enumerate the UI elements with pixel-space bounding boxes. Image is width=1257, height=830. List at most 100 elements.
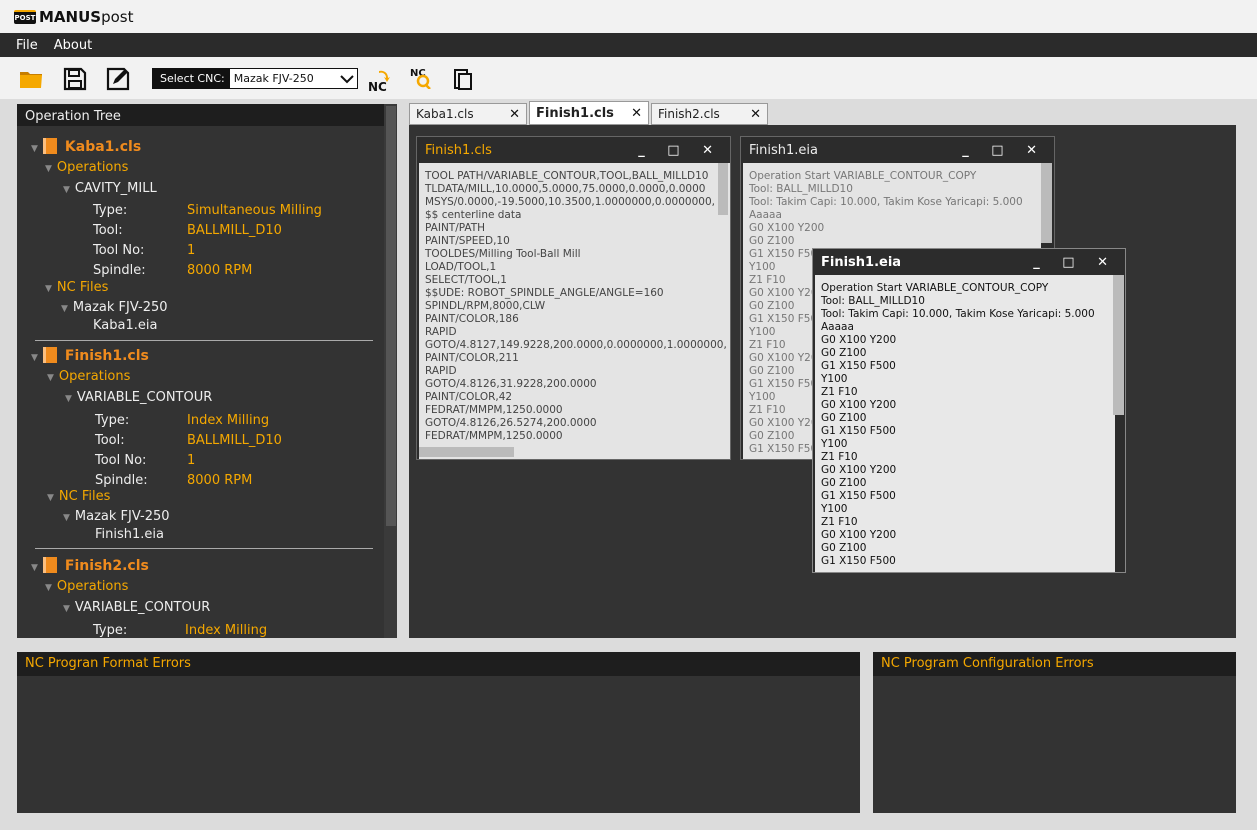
prop-key: Type: xyxy=(95,413,130,428)
svg-text:NC: NC xyxy=(368,80,387,93)
prop-key: Type: xyxy=(93,203,128,218)
copy-documents-icon[interactable] xyxy=(451,67,475,91)
window-controls[interactable]: _ □ ✕ xyxy=(962,143,1046,158)
tree-operation-label: VARIABLE_CONTOUR xyxy=(76,390,213,405)
cls-text-area[interactable]: TOOL PATH/VARIABLE_CONTOUR,TOOL,BALL_MIL… xyxy=(419,163,730,459)
tree-machine-label: Mazak FJV-250 xyxy=(74,509,170,524)
expand-arrow-icon[interactable]: ▼ xyxy=(31,144,38,154)
tree-operation-label: CAVITY_MILL xyxy=(74,181,157,196)
tab-finish2[interactable]: Finish2.cls ✕ xyxy=(651,103,768,125)
expand-arrow-icon[interactable]: ▼ xyxy=(63,604,70,614)
tree-nc-file[interactable]: Finish1.eia xyxy=(95,527,164,542)
expand-arrow-icon[interactable]: ▼ xyxy=(31,353,38,363)
config-errors-header: NC Program Configuration Errors xyxy=(873,652,1236,676)
nc-generate-icon[interactable]: NC xyxy=(367,69,391,93)
tree-operations-group[interactable]: ▼ Operations xyxy=(47,369,130,384)
tree-operations-group[interactable]: ▼ Operations xyxy=(45,579,128,594)
app-logo: POST xyxy=(14,9,36,24)
save-icon[interactable] xyxy=(63,67,87,91)
tree-group-label: Operations xyxy=(56,160,129,175)
close-icon[interactable]: ✕ xyxy=(631,106,642,121)
tree-operation[interactable]: ▼ VARIABLE_CONTOUR xyxy=(65,390,212,405)
eia-text-area[interactable]: Operation Start VARIABLE_CONTOUR_COPY To… xyxy=(815,275,1115,572)
window-header[interactable]: Finish1.eia _ □ ✕ xyxy=(813,249,1125,275)
expand-arrow-icon[interactable]: ▼ xyxy=(45,284,52,294)
nc-search-icon[interactable]: NC xyxy=(409,65,433,89)
app-title: MANUSpost xyxy=(39,7,134,26)
tree-machine[interactable]: ▼ Mazak FJV-250 xyxy=(61,300,168,315)
tree-file-label: Finish1.cls xyxy=(64,348,149,364)
tree-operation[interactable]: ▼ CAVITY_MILL xyxy=(63,181,157,196)
cnc-select-label: Select CNC: xyxy=(160,72,225,85)
tab-label: Finish2.cls xyxy=(658,107,720,121)
tree-nc-file[interactable]: Kaba1.eia xyxy=(93,318,157,333)
menu-about[interactable]: About xyxy=(46,38,100,53)
file-icon xyxy=(42,138,57,154)
operation-tree-header: Operation Tree xyxy=(17,104,397,126)
menu-bar: File About xyxy=(0,33,1257,57)
eia-editor-window-front[interactable]: Finish1.eia _ □ ✕ Operation Start VARIAB… xyxy=(812,248,1126,573)
vertical-scrollbar[interactable] xyxy=(1041,163,1052,243)
close-icon[interactable]: ✕ xyxy=(750,107,761,122)
format-errors-panel: NC Progran Format Errors xyxy=(17,652,860,813)
prop-key: Tool: xyxy=(95,433,125,448)
expand-arrow-icon[interactable]: ▼ xyxy=(47,373,54,383)
vertical-scrollbar[interactable] xyxy=(718,163,728,215)
chevron-down-icon xyxy=(340,74,354,83)
prop-key: Spindle: xyxy=(95,473,148,488)
svg-text:NC: NC xyxy=(410,68,426,79)
cnc-select-value[interactable]: Mazak FJV-250 xyxy=(229,69,357,88)
operation-tree-panel: Operation Tree ▼ Kaba1.cls ▼ Operations ▼ C… xyxy=(17,104,397,638)
tab-kaba1[interactable]: Kaba1.cls ✕ xyxy=(409,103,527,125)
tree-scrollbar-thumb[interactable] xyxy=(386,106,396,526)
window-controls[interactable]: _ □ ✕ xyxy=(1033,255,1117,270)
expand-arrow-icon[interactable]: ▼ xyxy=(47,493,54,503)
tab-finish1[interactable]: Finish1.cls ✕ xyxy=(529,101,649,125)
tree-file-finish2[interactable]: ▼ Finish2.cls xyxy=(31,557,149,574)
horizontal-scrollbar[interactable] xyxy=(419,447,514,457)
window-title: Finish1.cls xyxy=(425,142,492,158)
close-icon[interactable]: ✕ xyxy=(509,107,520,122)
window-title: Finish1.eia xyxy=(821,254,902,270)
prop-key: Tool No: xyxy=(95,453,147,468)
expand-arrow-icon[interactable]: ▼ xyxy=(45,164,52,174)
tree-machine[interactable]: ▼ Mazak FJV-250 xyxy=(63,509,170,524)
expand-arrow-icon[interactable]: ▼ xyxy=(63,513,70,523)
expand-arrow-icon[interactable]: ▼ xyxy=(45,583,52,593)
expand-arrow-icon[interactable]: ▼ xyxy=(61,304,68,314)
expand-arrow-icon[interactable]: ▼ xyxy=(63,185,70,195)
tree-nc-files-group[interactable]: ▼ NC Files xyxy=(47,489,110,504)
tree-operation[interactable]: ▼ VARIABLE_CONTOUR xyxy=(63,600,210,615)
tab-label: Kaba1.cls xyxy=(416,107,474,121)
prop-value: BALLMILL_D10 xyxy=(187,433,282,448)
prop-value: 8000 RPM xyxy=(187,263,253,278)
tree-separator xyxy=(35,340,373,341)
expand-arrow-icon[interactable]: ▼ xyxy=(31,563,38,573)
cnc-select[interactable]: Select CNC: Mazak FJV-250 xyxy=(152,68,358,89)
prop-value: Simultaneous Milling xyxy=(187,203,322,218)
vertical-scrollbar[interactable] xyxy=(1113,275,1124,415)
config-errors-panel: NC Program Configuration Errors xyxy=(873,652,1236,813)
tree-group-label: NC Files xyxy=(56,280,109,295)
tree-file-finish1[interactable]: ▼ Finish1.cls xyxy=(31,347,149,364)
open-folder-icon[interactable] xyxy=(19,67,43,91)
tab-label: Finish1.cls xyxy=(536,105,614,121)
tree-file-kaba1[interactable]: ▼ Kaba1.cls xyxy=(31,138,141,155)
window-header[interactable]: Finish1.cls _ □ ✕ xyxy=(417,137,730,163)
tree-file-label: Kaba1.cls xyxy=(64,139,142,155)
tree-nc-files-group[interactable]: ▼ NC Files xyxy=(45,280,108,295)
prop-value: 1 xyxy=(187,453,196,468)
cls-editor-window[interactable]: Finish1.cls _ □ ✕ TOOL PATH/VARIABLE_CON… xyxy=(416,136,731,460)
expand-arrow-icon[interactable]: ▼ xyxy=(65,394,72,404)
edit-save-icon[interactable] xyxy=(106,67,130,91)
tree-operations-group[interactable]: ▼ Operations xyxy=(45,160,128,175)
menu-file[interactable]: File xyxy=(8,38,46,53)
window-controls[interactable]: _ □ ✕ xyxy=(638,143,722,158)
prop-value: BALLMILL_D10 xyxy=(187,223,282,238)
file-icon xyxy=(42,557,57,573)
tree-group-label: NC Files xyxy=(58,489,111,504)
title-bar: POST MANUSpost xyxy=(0,0,1257,33)
window-title: Finish1.eia xyxy=(749,142,818,158)
prop-key: Type: xyxy=(93,623,128,638)
window-header[interactable]: Finish1.eia _ □ ✕ xyxy=(741,137,1054,163)
